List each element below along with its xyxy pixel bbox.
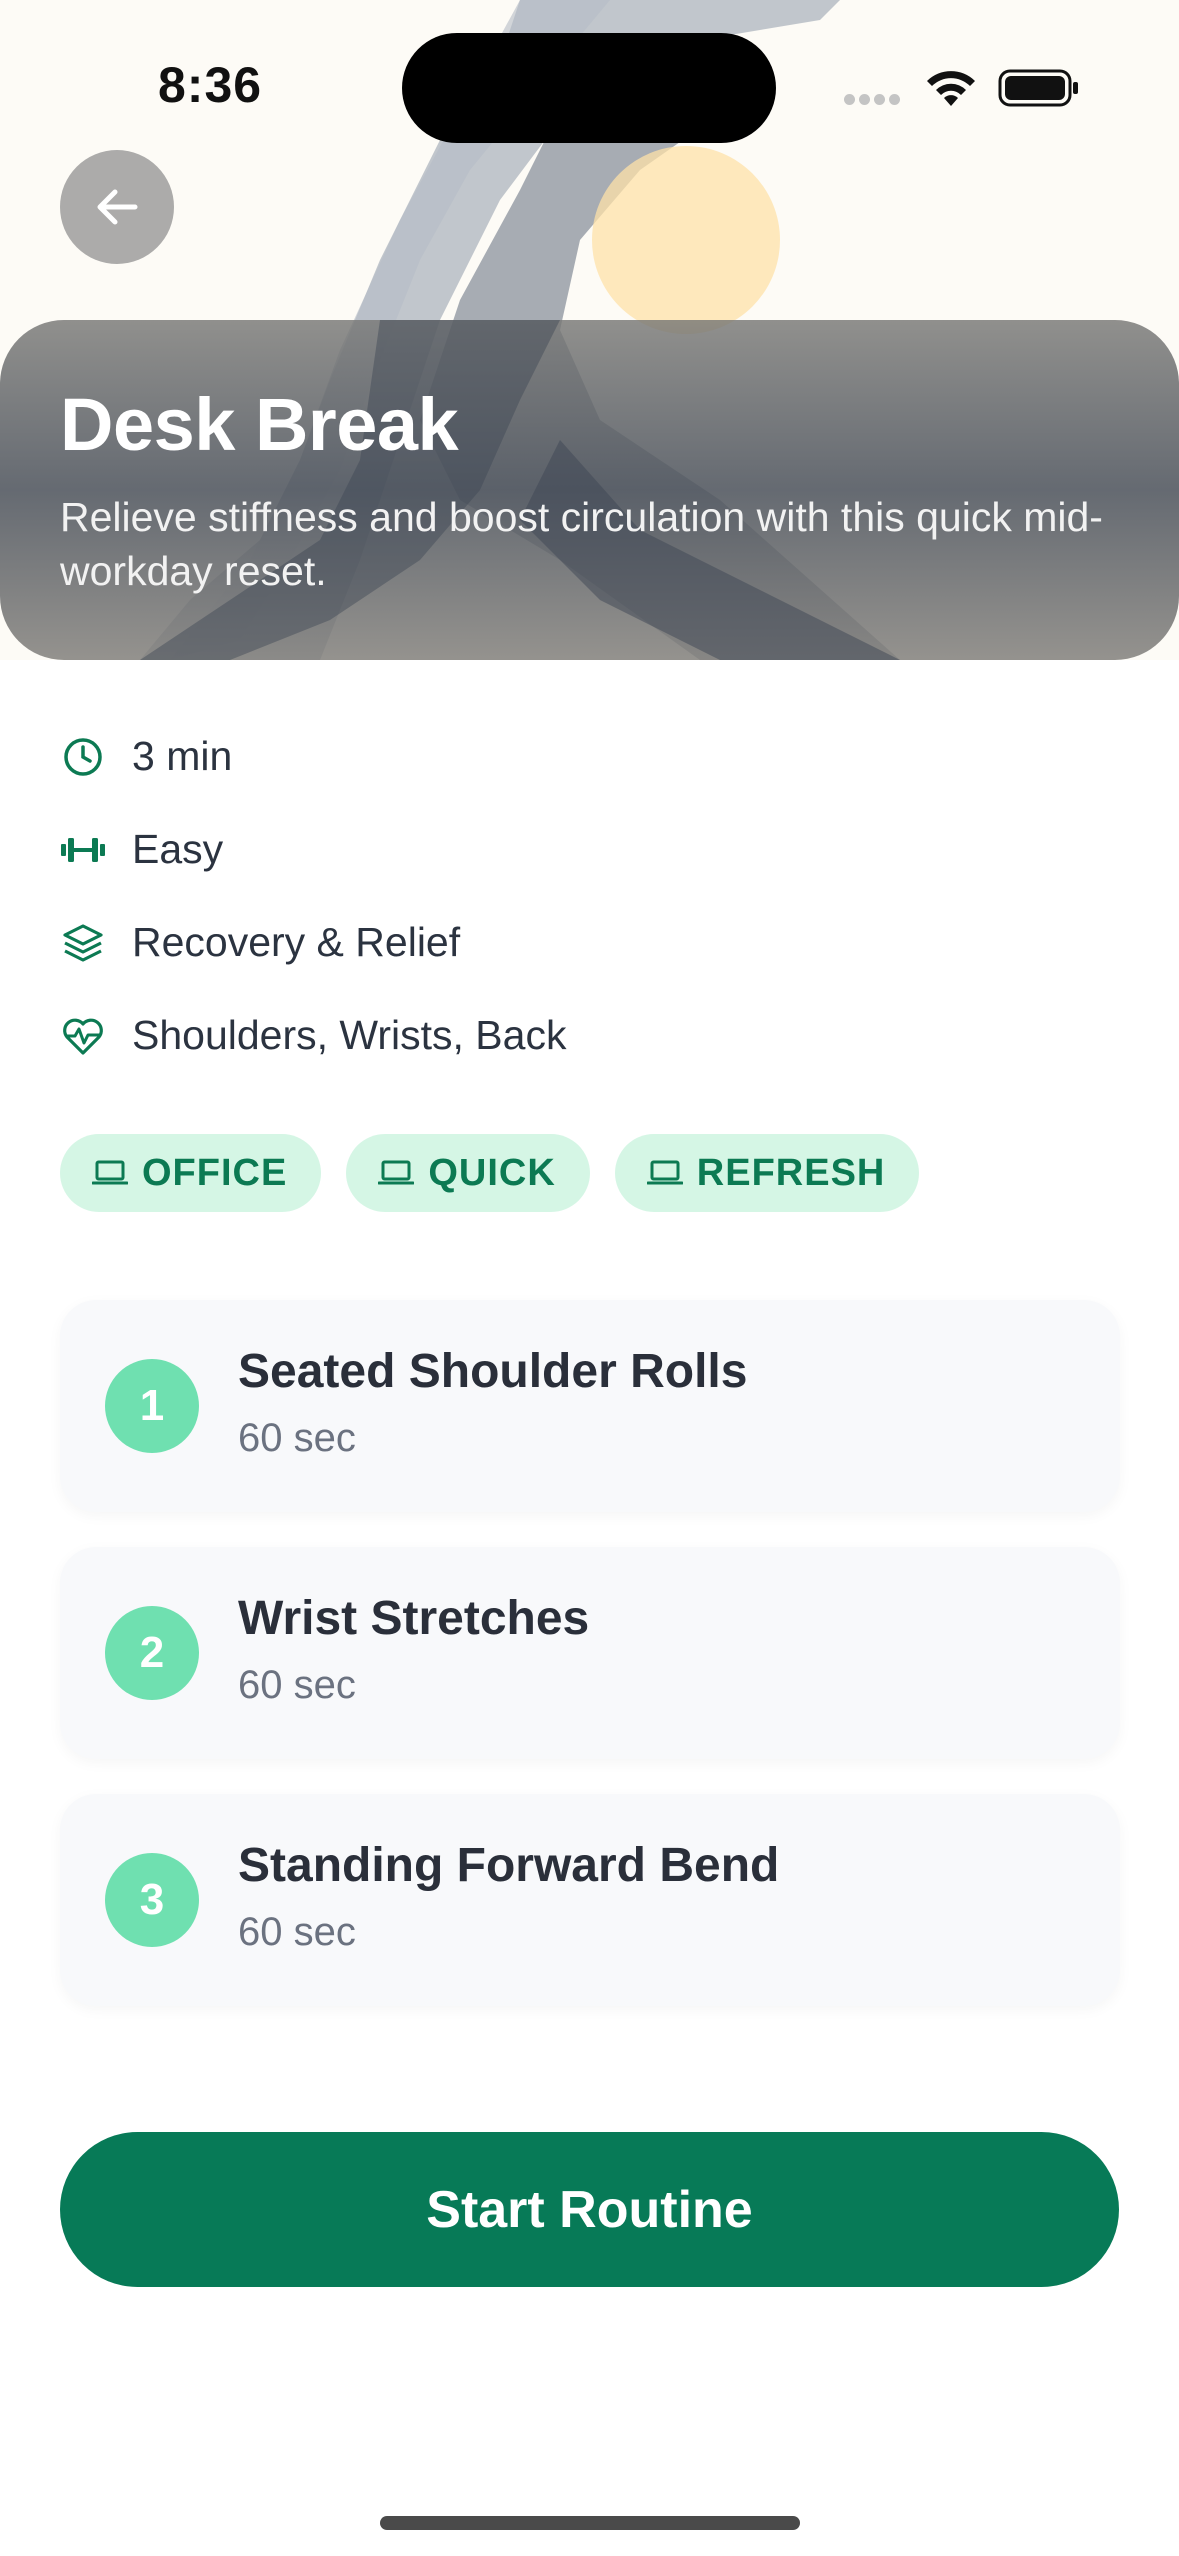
layers-icon <box>60 920 106 966</box>
tag-label: REFRESH <box>696 1151 886 1194</box>
dumbbell-icon <box>60 827 106 873</box>
exercise-list: 1 Seated Shoulder Rolls 60 sec 2 Wrist S… <box>60 1300 1120 2041</box>
home-indicator[interactable] <box>380 2516 800 2530</box>
step-number-badge: 3 <box>105 1853 199 1947</box>
clock-icon <box>60 734 106 780</box>
focus-areas-value: Shoulders, Wrists, Back <box>132 1012 567 1058</box>
routine-header: Desk Break Relieve stiffness and boost c… <box>0 320 1179 660</box>
page-subtitle: Relieve stiffness and boost circulation … <box>60 494 1103 594</box>
exercise-name: Standing Forward Bend <box>238 1839 780 1892</box>
dynamic-island <box>402 33 776 143</box>
exercise-duration: 60 sec <box>238 1416 356 1460</box>
exercise-duration: 60 sec <box>238 1910 356 1954</box>
exercise-item[interactable]: 1 Seated Shoulder Rolls 60 sec <box>60 1300 1120 1512</box>
tag-quick[interactable]: QUICK <box>346 1134 590 1212</box>
step-number-badge: 2 <box>105 1606 199 1700</box>
tag-label: OFFICE <box>142 1151 288 1194</box>
heart-pulse-icon <box>60 1013 106 1059</box>
category-row: Recovery & Relief <box>60 896 1120 989</box>
exercise-name: Seated Shoulder Rolls <box>238 1345 748 1398</box>
step-number-badge: 1 <box>105 1359 199 1453</box>
exercise-item[interactable]: 2 Wrist Stretches 60 sec <box>60 1547 1120 1759</box>
tag-office[interactable]: OFFICE <box>60 1134 322 1212</box>
tag-list: OFFICE QUICK REFRESH <box>60 1134 944 1212</box>
laptop-icon <box>378 1160 415 1185</box>
routine-details: 3 min Easy Recovery & Relief Shoulders, … <box>60 710 1120 1082</box>
tag-label: QUICK <box>428 1151 556 1194</box>
status-bar: 8:36 <box>0 0 1179 150</box>
back-button[interactable] <box>60 150 174 264</box>
status-time: 8:36 <box>158 57 263 113</box>
difficulty-row: Easy <box>60 803 1120 896</box>
duration-value: 3 min <box>132 733 233 779</box>
cellular-signal-icon <box>844 92 904 110</box>
exercise-duration: 60 sec <box>238 1663 356 1707</box>
page-title: Desk Break <box>60 383 459 466</box>
exercise-item[interactable]: 3 Standing Forward Bend 60 sec <box>60 1794 1120 2006</box>
laptop-icon <box>646 1160 683 1185</box>
difficulty-value: Easy <box>132 826 224 872</box>
duration-row: 3 min <box>60 710 1120 803</box>
wifi-icon <box>927 71 975 106</box>
tag-refresh[interactable]: REFRESH <box>614 1134 920 1212</box>
focus-row: Shoulders, Wrists, Back <box>60 989 1120 1082</box>
category-value: Recovery & Relief <box>132 919 461 965</box>
start-routine-button[interactable]: Start Routine <box>60 2132 1119 2287</box>
battery-icon <box>998 69 1078 107</box>
exercise-name: Wrist Stretches <box>238 1592 590 1645</box>
laptop-icon <box>92 1160 128 1185</box>
arrow-left-icon <box>97 189 138 225</box>
